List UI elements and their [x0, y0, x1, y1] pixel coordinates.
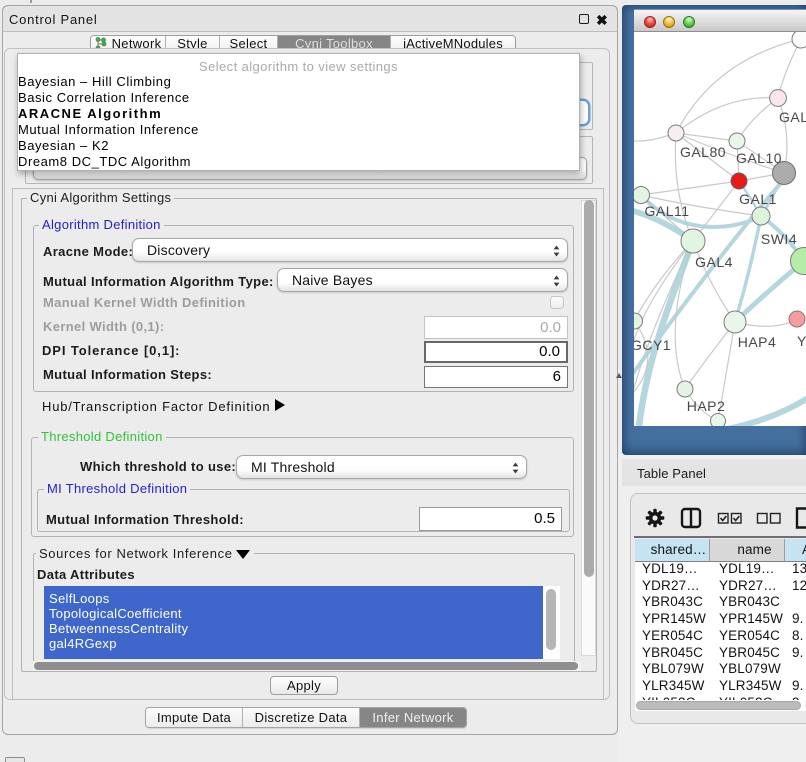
svg-text:GCY1: GCY1 — [634, 337, 671, 353]
svg-text:SWI4: SWI4 — [761, 231, 797, 247]
svg-text:GAL11: GAL11 — [644, 203, 689, 219]
svg-text:GAL80: GAL80 — [680, 144, 726, 160]
svg-text:HAP4: HAP4 — [738, 334, 777, 350]
svg-text:GAL4: GAL4 — [695, 254, 733, 270]
svg-text:GAL10: GAL10 — [736, 150, 782, 166]
svg-text:GAL1: GAL1 — [739, 191, 777, 207]
svg-text:HAP2: HAP2 — [687, 398, 726, 414]
svg-text:Y: Y — [797, 333, 806, 349]
svg-text:GAL2: GAL2 — [779, 109, 806, 125]
